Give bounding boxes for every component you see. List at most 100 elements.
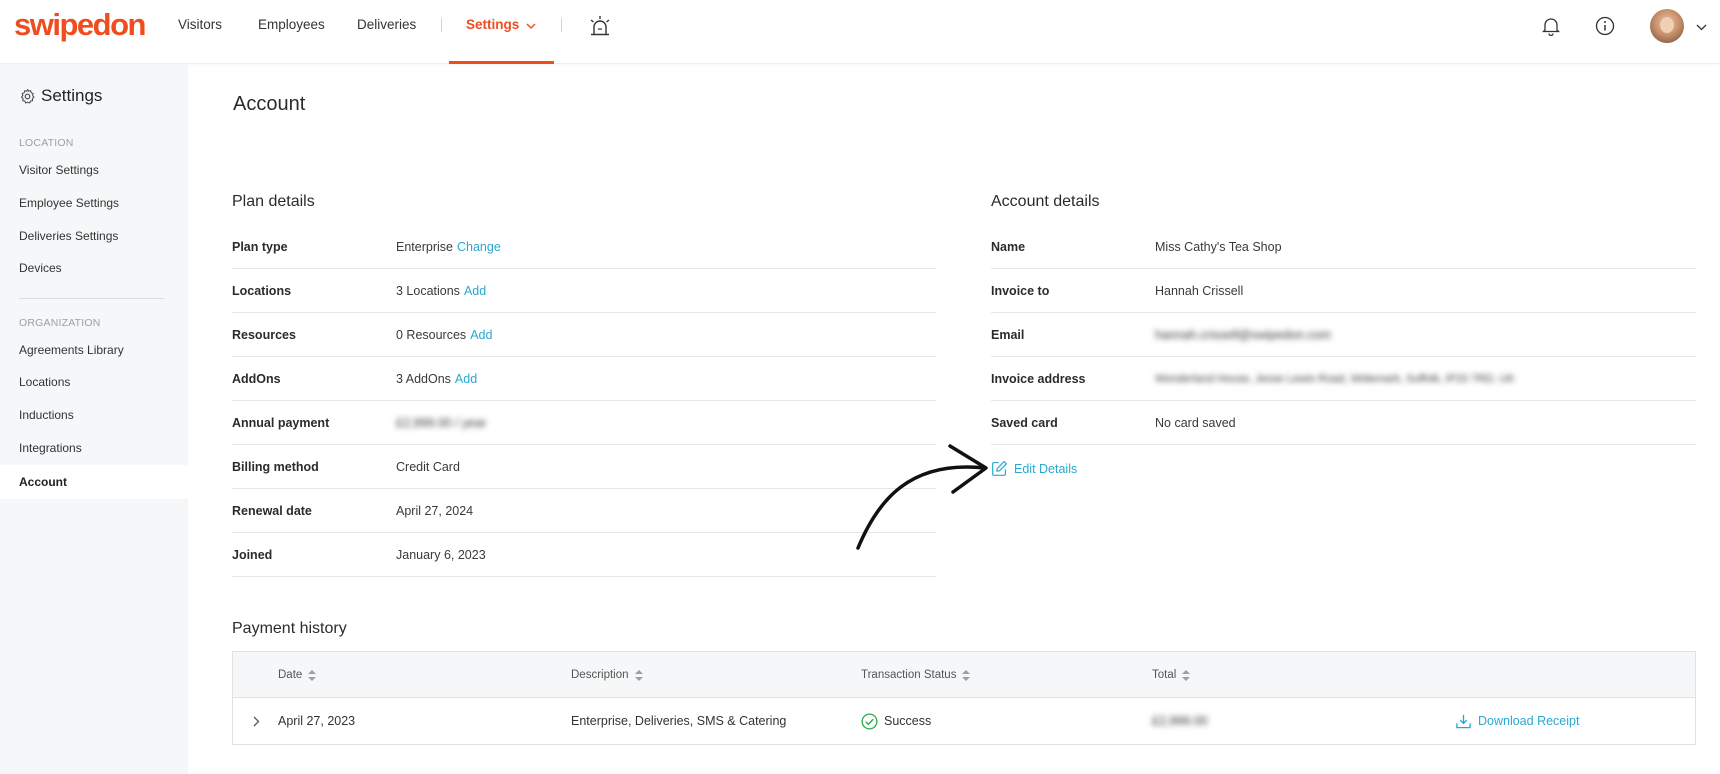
renewal-date-value: April 27, 2024 xyxy=(396,504,474,518)
column-header-transaction-status[interactable]: Transaction Status xyxy=(861,652,971,698)
active-tab-indicator xyxy=(449,61,554,64)
sidebar-title-label: Settings xyxy=(41,86,103,105)
plan-row-renewal-date: Renewal date April 27, 2024 xyxy=(232,489,936,533)
download-receipt-label: Download Receipt xyxy=(1478,714,1580,728)
nav-separator xyxy=(441,18,442,32)
payment-description: Enterprise, Deliveries, SMS & Catering xyxy=(571,714,787,728)
column-header-date[interactable]: Date xyxy=(278,652,317,698)
sidebar-item-inductions[interactable]: Inductions xyxy=(0,400,188,430)
gear-icon xyxy=(20,88,35,104)
plan-row-annual-payment: Annual payment £2,999.00 / year xyxy=(232,401,936,445)
email-value: hannah.crissell@swipedon.com xyxy=(1155,328,1331,342)
plan-type-value: Enterprise xyxy=(396,240,453,254)
locations-value: 3 Locations xyxy=(396,284,460,298)
row-label: Resources xyxy=(232,328,296,342)
annual-payment-value: £2,999.00 / year xyxy=(396,416,487,430)
row-label: Invoice address xyxy=(991,372,1086,386)
bell-icon[interactable] xyxy=(1542,16,1560,36)
download-icon xyxy=(1456,714,1471,728)
nav-separator xyxy=(561,18,562,32)
change-plan-link[interactable]: Change xyxy=(457,240,501,254)
plan-row-locations: Locations 3 Locations Add xyxy=(232,269,936,313)
payment-history-table: Date Description Transaction Status Tota… xyxy=(232,651,1696,745)
column-label: Total xyxy=(1152,669,1177,681)
account-details-title: Account details xyxy=(991,193,1100,210)
account-row-invoice-address: Invoice address Wonderland House, Jesse … xyxy=(991,357,1696,401)
annotation-arrow xyxy=(856,444,988,550)
row-label: Locations xyxy=(232,284,292,298)
plan-details-title: Plan details xyxy=(232,193,315,210)
edit-details-button[interactable]: Edit Details xyxy=(991,460,1077,477)
add-resource-link[interactable]: Add xyxy=(470,328,492,342)
chevron-down-icon[interactable] xyxy=(526,23,536,30)
row-label: Name xyxy=(991,240,1026,254)
sidebar-item-integrations[interactable]: Integrations xyxy=(0,433,188,463)
account-row-name: Name Miss Cathy's Tea Shop xyxy=(991,225,1696,269)
row-label: Joined xyxy=(232,548,273,562)
chevron-down-icon[interactable] xyxy=(1696,24,1707,31)
edit-details-label: Edit Details xyxy=(1014,461,1078,476)
edit-icon xyxy=(992,460,1008,476)
payment-date: April 27, 2023 xyxy=(278,714,356,728)
addons-value: 3 AddOns xyxy=(396,372,451,386)
nav-settings[interactable]: Settings xyxy=(466,17,519,32)
table-row: April 27, 2023 Enterprise, Deliveries, S… xyxy=(233,698,1695,744)
page-title: Account xyxy=(233,93,306,115)
column-header-description[interactable]: Description xyxy=(571,652,643,698)
row-value: Enterprise Change xyxy=(396,225,501,269)
column-label: Date xyxy=(278,669,303,681)
plan-row-plan-type: Plan type Enterprise Change xyxy=(232,225,936,269)
plan-row-billing-method: Billing method Credit Card xyxy=(232,445,936,489)
swipedon-logo[interactable]: swipedon xyxy=(14,8,146,42)
sidebar-item-visitor-settings[interactable]: Visitor Settings xyxy=(0,155,188,185)
section-label-organization: ORGANIZATION xyxy=(19,317,101,329)
plan-row-addons: AddOns 3 AddOns Add xyxy=(232,357,936,401)
sort-icon xyxy=(1182,669,1191,681)
row-value: 3 Locations Add xyxy=(396,269,486,313)
nav-visitors[interactable]: Visitors xyxy=(178,17,222,32)
row-label: AddOns xyxy=(232,372,281,386)
sidebar-divider xyxy=(19,298,164,299)
plan-row-joined: Joined January 6, 2023 xyxy=(232,533,936,577)
billing-method-value: Credit Card xyxy=(396,460,460,474)
nav-employees[interactable]: Employees xyxy=(258,17,325,32)
invoice-to-value: Hannah Crissell xyxy=(1155,284,1244,298)
chevron-right-icon[interactable] xyxy=(253,716,260,727)
info-icon[interactable] xyxy=(1595,16,1615,36)
account-row-invoice-to: Invoice to Hannah Crissell xyxy=(991,269,1696,313)
plan-row-resources: Resources 0 Resources Add xyxy=(232,313,936,357)
avatar[interactable] xyxy=(1650,9,1684,43)
row-value: 0 Resources Add xyxy=(396,313,492,357)
sidebar-item-deliveries-settings[interactable]: Deliveries Settings xyxy=(0,221,188,251)
account-name-value: Miss Cathy's Tea Shop xyxy=(1155,240,1282,254)
row-label: Annual payment xyxy=(232,416,330,430)
sidebar-item-agreements-library[interactable]: Agreements Library xyxy=(0,335,188,365)
saved-card-value: No card saved xyxy=(1155,416,1236,430)
sidebar-item-devices[interactable]: Devices xyxy=(0,253,188,283)
row-label: Invoice to xyxy=(991,284,1050,298)
alarm-icon[interactable] xyxy=(588,15,612,37)
table-header: Date Description Transaction Status Tota… xyxy=(233,652,1695,698)
add-location-link[interactable]: Add xyxy=(464,284,486,298)
section-label-location: LOCATION xyxy=(19,137,74,149)
add-addon-link[interactable]: Add xyxy=(455,372,477,386)
sort-icon xyxy=(962,669,971,681)
resources-value: 0 Resources xyxy=(396,328,467,342)
download-receipt-button[interactable]: Download Receipt xyxy=(1455,698,1579,744)
column-header-total[interactable]: Total xyxy=(1152,652,1191,698)
sidebar-item-employee-settings[interactable]: Employee Settings xyxy=(0,188,188,218)
row-label: Plan type xyxy=(232,240,288,254)
nav-deliveries[interactable]: Deliveries xyxy=(357,17,416,32)
payment-status-label: Success xyxy=(884,714,932,728)
column-label: Transaction Status xyxy=(861,669,957,681)
sidebar-title: Settings xyxy=(19,86,102,106)
settings-sidebar: Settings LOCATION Visitor Settings Emplo… xyxy=(0,64,188,774)
row-label: Email xyxy=(991,328,1025,342)
sidebar-item-account[interactable]: Account xyxy=(0,465,188,499)
sidebar-item-locations[interactable]: Locations xyxy=(0,367,188,397)
sort-icon xyxy=(634,669,643,681)
payment-total: £2,999.00 xyxy=(1152,714,1208,728)
row-label: Billing method xyxy=(232,460,319,474)
account-row-email: Email hannah.crissell@swipedon.com xyxy=(991,313,1696,357)
row-value: 3 AddOns Add xyxy=(396,357,477,401)
